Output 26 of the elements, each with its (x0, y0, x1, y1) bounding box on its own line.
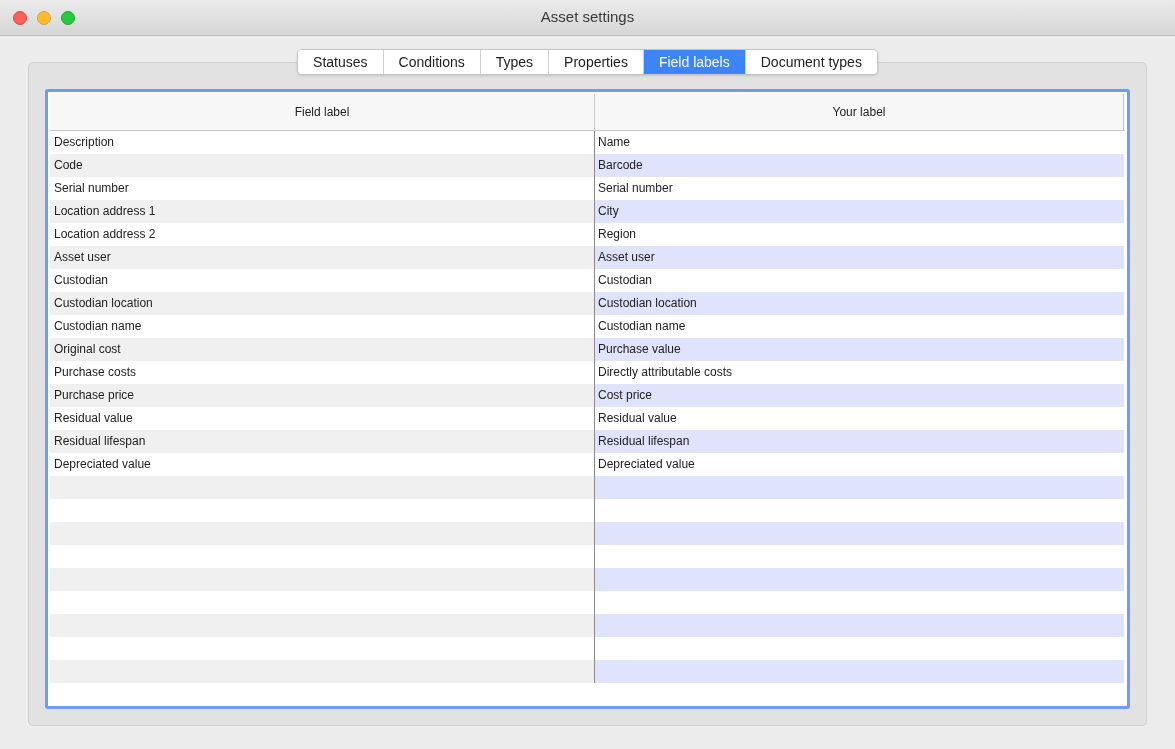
table-cell: Purchase price (50, 384, 594, 407)
tab[interactable]: Field labels (642, 50, 745, 74)
window-title: Asset settings (540, 7, 635, 28)
tab[interactable]: Types (479, 50, 549, 74)
table-cell[interactable]: Residual lifespan (595, 430, 1124, 453)
table-cell: Custodian location (50, 292, 594, 315)
table-cell[interactable]: Asset user (595, 246, 1124, 269)
table-cell: Asset user (50, 246, 594, 269)
table-cell[interactable]: Cost price (595, 384, 1124, 407)
tab[interactable]: Properties (548, 50, 643, 74)
close-icon[interactable] (13, 10, 27, 25)
table-cell[interactable]: Barcode (595, 154, 1124, 177)
tab[interactable]: Document types (744, 50, 877, 74)
tab[interactable]: Conditions (382, 50, 480, 74)
minimize-icon[interactable] (37, 10, 51, 25)
table-cell[interactable]: City (595, 200, 1124, 223)
table-cell: Location address 1 (50, 200, 594, 223)
table-cell: Residual lifespan (50, 430, 594, 453)
column-header[interactable]: Your label (595, 94, 1124, 130)
table-cell: Code (50, 154, 594, 177)
table-cell: Original cost (50, 338, 594, 361)
maximize-icon[interactable] (61, 10, 75, 25)
table-cell[interactable]: Custodian location (595, 292, 1124, 315)
table-cell[interactable]: Purchase value (595, 338, 1124, 361)
column-header[interactable]: Field label (50, 94, 594, 130)
tab[interactable]: Statuses (298, 50, 383, 74)
